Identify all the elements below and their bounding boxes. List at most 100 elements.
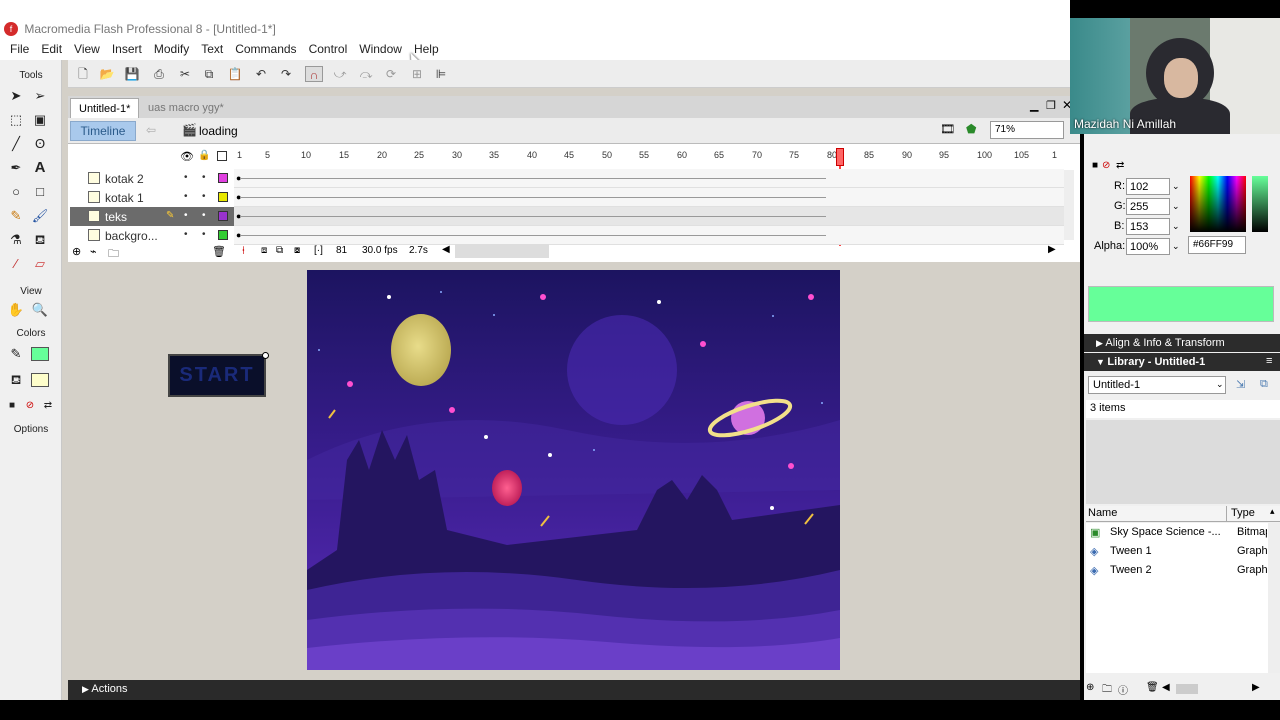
delete-item-icon[interactable]: 🗑 (1146, 682, 1159, 693)
modify-markers-icon[interactable]: [·] (314, 245, 323, 256)
list-item[interactable]: ◈ Tween 1 Graph (1088, 543, 1268, 561)
edit-scene-icon[interactable]: 🎞 (940, 122, 955, 136)
tab-untitled-1[interactable]: Untitled-1* (70, 98, 140, 118)
frame-row[interactable]: ● (234, 226, 1064, 245)
stroke-color-swatch[interactable] (31, 347, 49, 361)
panel-menu-icon[interactable]: ≡ (1266, 355, 1272, 367)
save-icon[interactable]: 💾 (123, 66, 141, 82)
tab-uas-macro[interactable]: uas macro ygy* (140, 98, 232, 118)
default-colors-icon[interactable]: ■ (2, 396, 22, 416)
red-dropdown-icon[interactable]: ⌄ (1172, 181, 1180, 192)
pen-tool-icon[interactable]: ✒ (6, 158, 26, 178)
list-item[interactable]: ◈ Tween 2 Graph (1088, 562, 1268, 580)
frame-row[interactable]: ● (234, 169, 1064, 188)
fill-color-swatch[interactable] (31, 373, 49, 387)
select-arrow-icon[interactable]: ⌄ (1216, 379, 1224, 390)
text-tool-icon[interactable]: A (30, 158, 50, 178)
swap-colors-icon[interactable]: ⇄ (1116, 160, 1124, 171)
selection-tool-icon[interactable]: ➤ (6, 86, 26, 106)
cut-icon[interactable]: ✂ (176, 66, 194, 82)
green-dropdown-icon[interactable]: ⌄ (1172, 201, 1180, 212)
library-hscroll-thumb[interactable] (1176, 684, 1198, 694)
timeline-vscroll[interactable] (1064, 170, 1074, 240)
eyedropper-tool-icon[interactable]: ⁄ (6, 254, 26, 274)
layer-row[interactable]: backgro... • • (70, 226, 234, 245)
line-tool-icon[interactable]: ╱ (6, 134, 26, 154)
frame-rate[interactable]: 30.0 fps (362, 245, 398, 256)
layer-color-swatch[interactable] (218, 173, 228, 183)
column-name[interactable]: Name (1088, 507, 1117, 519)
undo-icon[interactable]: ↶ (252, 66, 270, 82)
add-motion-guide-icon[interactable]: ⌁ (90, 245, 97, 258)
oval-tool-icon[interactable]: ○ (6, 182, 26, 202)
brightness-slider[interactable] (1252, 176, 1268, 232)
layer-color-swatch[interactable] (218, 192, 228, 202)
hex-input[interactable]: #66FF99 (1188, 236, 1246, 254)
fill-type-icon[interactable]: ■ (1092, 160, 1098, 171)
layer-color-swatch[interactable] (218, 211, 228, 221)
scroll-right-icon[interactable]: ▶ (1252, 682, 1260, 693)
zoom-select[interactable]: 71% (990, 121, 1064, 139)
paste-icon[interactable]: 📋 (226, 66, 244, 82)
onion-outline-icon[interactable]: ⧉ (276, 245, 283, 256)
swap-colors-icon[interactable]: ⇄ (38, 396, 58, 416)
snap-magnet-icon[interactable]: ∩ (305, 66, 323, 82)
library-document-select[interactable]: Untitled-1 (1088, 376, 1226, 394)
blue-input[interactable]: 153 (1126, 218, 1170, 235)
edit-symbol-icon[interactable]: ⬟ (966, 122, 976, 136)
outline-all-icon[interactable] (217, 151, 227, 161)
onion-skin-icon[interactable]: ⧈ (261, 245, 267, 256)
blue-dropdown-icon[interactable]: ⌄ (1172, 221, 1180, 232)
free-transform-tool-icon[interactable]: ⬚ (6, 110, 26, 130)
menu-edit[interactable]: Edit (35, 40, 68, 60)
scroll-left-icon[interactable]: ◀ (1162, 682, 1170, 693)
library-panel-header[interactable]: ▼ Library - Untitled-1 ≡ (1084, 353, 1280, 371)
menu-file[interactable]: File (4, 40, 35, 60)
frame-row[interactable]: ● (234, 207, 1064, 226)
restore-doc-icon[interactable]: ❐ (1046, 99, 1056, 112)
new-folder-icon[interactable]: 🗀 (1102, 682, 1112, 699)
selection-handle[interactable] (262, 352, 269, 359)
smooth-icon[interactable]: ⤻ (331, 66, 349, 82)
redo-icon[interactable]: ↷ (277, 66, 295, 82)
sort-icon[interactable]: ▴ (1270, 506, 1275, 517)
color-spectrum-picker[interactable] (1190, 176, 1246, 232)
scene-label[interactable]: loading (199, 124, 238, 138)
stage-canvas[interactable] (307, 270, 840, 670)
scroll-right-icon[interactable]: ▶ (1048, 244, 1056, 255)
menu-control[interactable]: Control (303, 40, 354, 60)
scale-icon[interactable]: ⊞ (408, 66, 426, 82)
brush-tool-icon[interactable]: 🖌 (30, 206, 50, 226)
print-icon[interactable]: ⎙ (150, 66, 168, 82)
rectangle-tool-icon[interactable]: □ (30, 182, 50, 202)
actions-panel-bar[interactable]: ▶ Actions (68, 680, 1080, 700)
hand-tool-icon[interactable]: ✋ (6, 300, 26, 320)
alpha-dropdown-icon[interactable]: ⌄ (1172, 241, 1180, 252)
align-info-transform-panel-header[interactable]: ▶ Align & Info & Transform (1084, 334, 1280, 352)
subselection-tool-icon[interactable]: ➢ (30, 86, 50, 106)
list-item[interactable]: ▣ Sky Space Science -... Bitmap (1088, 524, 1268, 542)
rotate-icon[interactable]: ⟳ (382, 66, 400, 82)
back-arrow-icon[interactable]: ⇦ (146, 123, 156, 137)
layer-row[interactable]: kotak 2 • • (70, 169, 234, 188)
no-color-icon[interactable]: ⊘ (20, 396, 40, 416)
frame-row[interactable]: ● (234, 188, 1064, 207)
green-input[interactable]: 255 (1126, 198, 1170, 215)
timeline-toggle-button[interactable]: Timeline (70, 121, 136, 141)
menu-commands[interactable]: Commands (229, 40, 302, 60)
delete-layer-icon[interactable]: 🗑 (212, 245, 226, 258)
properties-icon[interactable]: ⓘ (1118, 682, 1128, 697)
pencil-tool-icon[interactable]: ✎ (6, 206, 26, 226)
layer-row[interactable]: kotak 1 • • (70, 188, 234, 207)
alpha-input[interactable]: 100% (1126, 238, 1170, 255)
start-button-symbol[interactable]: START (168, 354, 266, 397)
menu-modify[interactable]: Modify (148, 40, 195, 60)
open-file-icon[interactable]: 📂 (98, 66, 116, 82)
straighten-icon[interactable]: ⤼ (357, 66, 375, 82)
lasso-tool-icon[interactable]: ʘ (30, 134, 50, 154)
edit-multiple-icon[interactable]: ⧇ (294, 245, 300, 256)
align-icon[interactable]: ⊫ (432, 66, 450, 82)
playhead[interactable] (836, 148, 844, 166)
library-vscroll[interactable] (1268, 523, 1280, 673)
center-frame-icon[interactable]: ⍿ (242, 245, 245, 258)
